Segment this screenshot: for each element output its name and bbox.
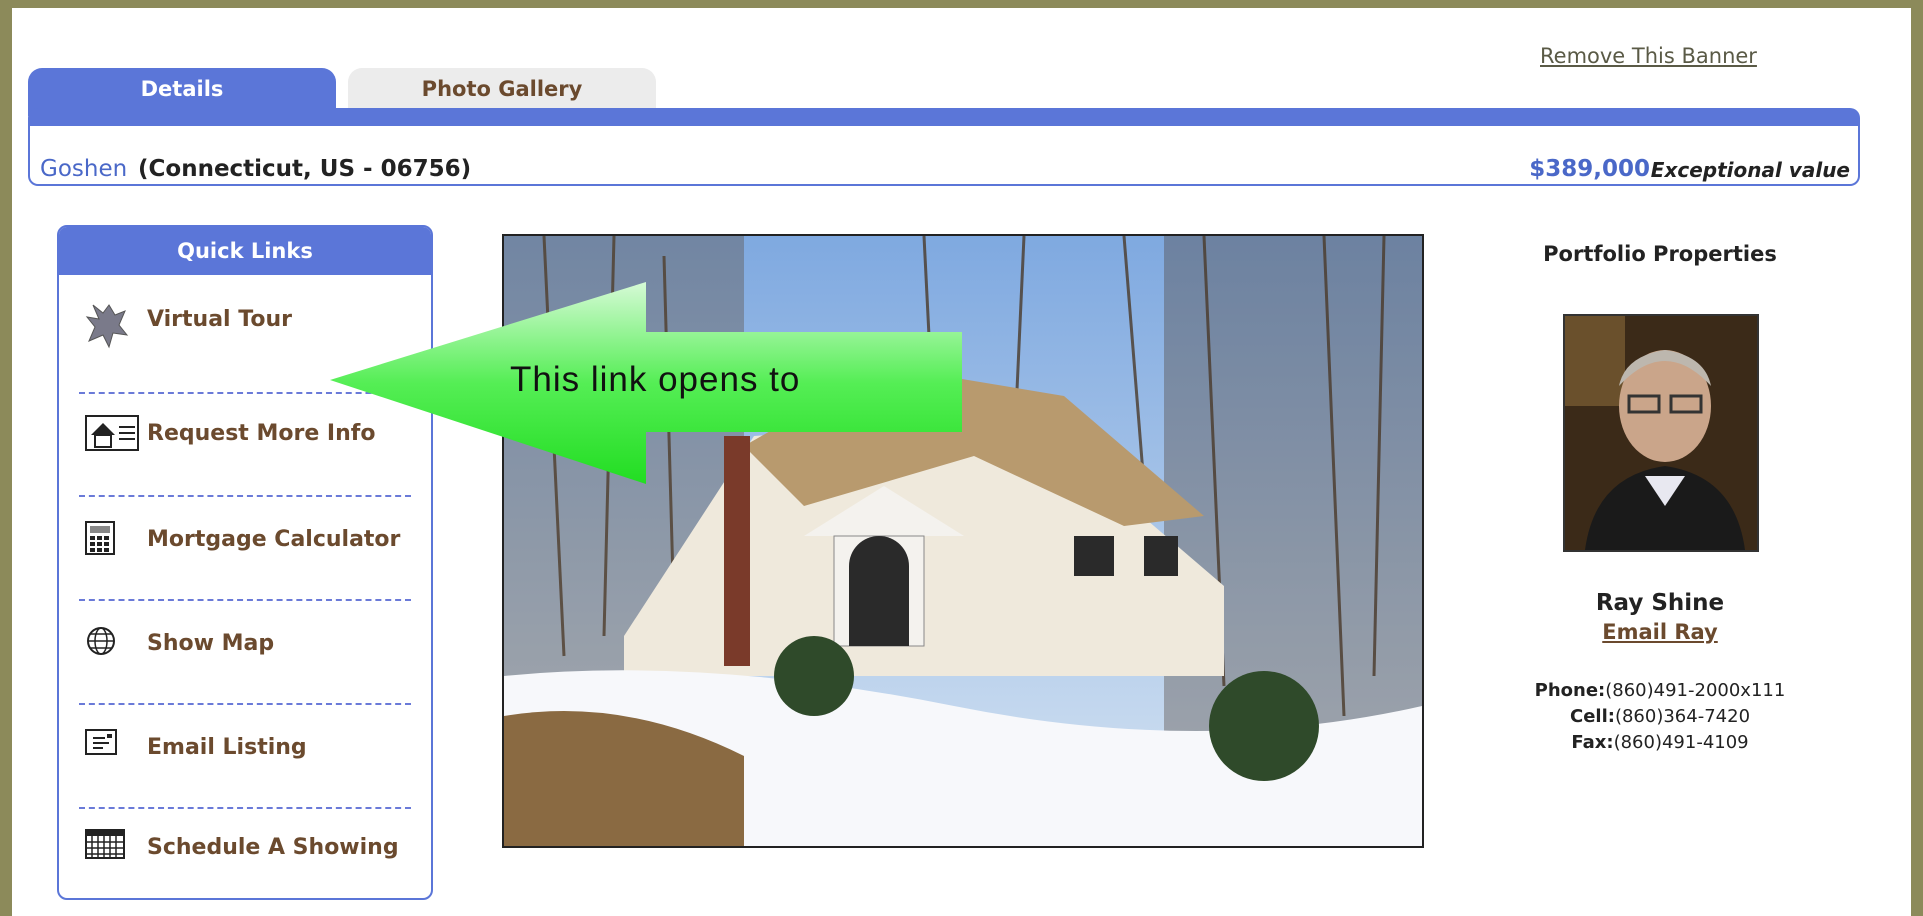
email-icon (85, 729, 125, 769)
fax-label: Fax: (1571, 732, 1614, 753)
virtual-tour-icon (85, 301, 129, 349)
house-info-icon (85, 415, 139, 455)
quick-link-schedule-showing[interactable]: Schedule A Showing (59, 813, 431, 883)
phone-label: Phone: (1534, 680, 1606, 701)
calculator-icon (85, 521, 125, 561)
quick-links-title: Quick Links (59, 227, 431, 275)
city-link[interactable]: Goshen (40, 156, 127, 182)
cell-value: (860)364-7420 (1614, 706, 1751, 727)
location-region: (Connecticut, US - 06756) (138, 156, 472, 182)
quick-link-mortgage-calculator[interactable]: Mortgage Calculator (59, 505, 431, 575)
callout-text: This link opens to (510, 360, 801, 399)
quick-link-label: Schedule A Showing (147, 835, 399, 860)
agent-photo (1563, 314, 1759, 552)
email-agent-link[interactable]: Email Ray (1500, 620, 1820, 644)
agent-phone: Phone:(860)491-2000x111 (1500, 680, 1820, 701)
agent-name: Ray Shine (1595, 590, 1725, 616)
calendar-icon (85, 829, 125, 869)
portfolio-properties-title: Portfolio Properties (1543, 242, 1777, 266)
quick-link-label: Email Listing (147, 735, 307, 760)
listing-price: $389,000 (1529, 156, 1650, 182)
phone-value: (860)491-2000x111 (1605, 680, 1786, 701)
divider (79, 703, 411, 705)
quick-link-label: Show Map (147, 631, 275, 656)
agent-cell: Cell:(860)364-7420 (1500, 706, 1820, 727)
globe-icon (85, 625, 125, 665)
location-bar: Goshen (Connecticut, US - 06756) $389,00… (28, 108, 1860, 186)
remove-banner-link[interactable]: Remove This Banner (1540, 44, 1757, 68)
agent-fax: Fax:(860)491-4109 (1500, 732, 1820, 753)
quick-link-email-listing[interactable]: Email Listing (59, 713, 431, 783)
price-note: Exceptional value (1650, 158, 1850, 182)
quick-link-label: Virtual Tour (147, 307, 292, 332)
cell-label: Cell: (1569, 706, 1615, 727)
quick-link-show-map[interactable]: Show Map (59, 609, 431, 679)
divider (79, 807, 411, 809)
fax-value: (860)491-4109 (1613, 732, 1749, 753)
divider (79, 599, 411, 601)
quick-link-label: Mortgage Calculator (147, 527, 401, 552)
divider (79, 495, 411, 497)
